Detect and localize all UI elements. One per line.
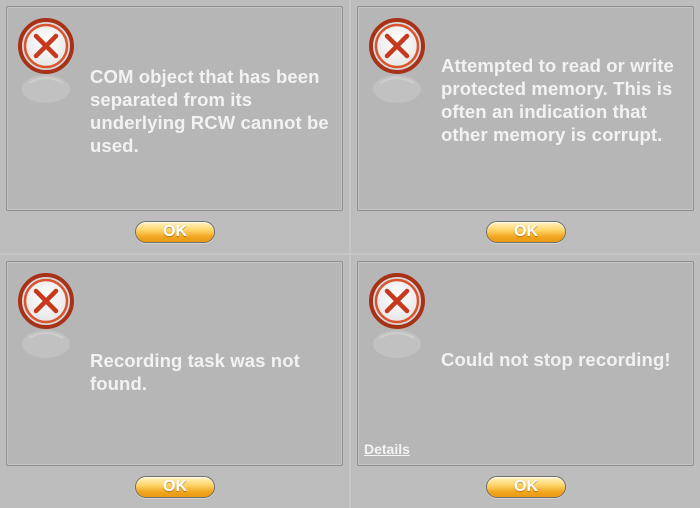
error-message: COM object that has been separated from … [90,66,329,156]
error-message: Attempted to read or write protected mem… [441,55,674,145]
error-dialog: Could not stop recording! Details OK [351,255,700,508]
error-message: Recording task was not found. [90,350,300,394]
error-x-icon [17,272,77,364]
ok-button[interactable]: OK [486,476,566,498]
message-panel: Attempted to read or write protected mem… [357,6,694,211]
details-link[interactable]: Details [364,441,410,457]
message-panel: COM object that has been separated from … [6,6,343,211]
error-dialog-grid: COM object that has been separated from … [0,0,700,508]
ok-button[interactable]: OK [135,476,215,498]
error-dialog: COM object that has been separated from … [0,0,349,253]
message-panel: Recording task was not found. [6,261,343,466]
message-panel: Could not stop recording! Details [357,261,694,466]
ok-button[interactable]: OK [486,221,566,243]
error-dialog: Recording task was not found. OK [0,255,349,508]
error-message: Could not stop recording! [441,349,671,370]
error-dialog: Attempted to read or write protected mem… [351,0,700,253]
error-x-icon [368,17,428,109]
ok-button[interactable]: OK [135,221,215,243]
error-x-icon [17,17,77,109]
error-x-icon [368,272,428,364]
